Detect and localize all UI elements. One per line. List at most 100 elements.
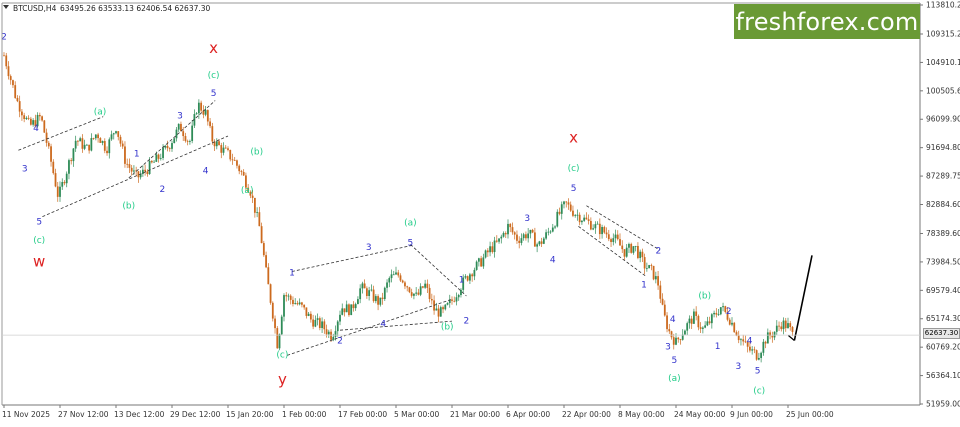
candle-body	[262, 243, 265, 256]
candle-body	[498, 238, 500, 242]
x-tick-label: 25 Jun 00:00	[786, 410, 834, 419]
candle-body	[374, 296, 377, 302]
candle-body	[589, 220, 592, 230]
candle-body	[312, 319, 315, 327]
candle-body	[545, 232, 547, 239]
candle-body	[81, 138, 84, 149]
candle-body	[5, 55, 8, 67]
candle-body	[554, 226, 556, 228]
candle-body	[265, 255, 267, 268]
candle-body	[531, 229, 534, 233]
candle-body	[348, 304, 350, 316]
candle-body	[177, 123, 180, 130]
candle-body	[280, 316, 283, 335]
candle-body	[191, 125, 194, 142]
wave-label: y	[278, 370, 287, 388]
candle-body	[444, 304, 447, 310]
candle-body	[775, 325, 778, 332]
candle-body	[446, 303, 449, 305]
wave-label: 4	[550, 255, 556, 265]
candle-body	[466, 276, 469, 281]
candle-body	[430, 298, 433, 301]
candle-body	[189, 141, 191, 142]
candle-body	[106, 150, 108, 154]
candle-body	[500, 236, 503, 239]
candle-body	[663, 304, 666, 316]
candle-body	[619, 239, 621, 246]
candle-body	[65, 173, 68, 184]
candle-body	[533, 232, 536, 247]
candle-body	[516, 234, 518, 241]
candle-body	[410, 292, 413, 296]
y-tick-label: 100505.60	[926, 86, 960, 95]
candle-body	[399, 275, 402, 281]
candle-body	[596, 223, 599, 225]
candle-body	[675, 337, 677, 345]
candle-body	[168, 148, 171, 149]
candle-body	[276, 328, 279, 349]
candle-body	[253, 197, 256, 213]
candle-body	[90, 138, 93, 151]
candle-body	[99, 138, 102, 143]
candle-body	[565, 201, 568, 203]
current-price-tag: 62637.30	[923, 328, 960, 339]
candle-body	[233, 160, 236, 161]
candle-body	[719, 307, 722, 315]
candle-body	[404, 282, 406, 287]
candle-body	[587, 219, 590, 221]
wave-label: 4	[747, 337, 753, 347]
candle-body	[491, 246, 494, 253]
candle-body	[536, 244, 539, 247]
x-tick-label: 17 Feb 00:00	[338, 410, 387, 419]
candle-body	[101, 141, 104, 143]
candle-body	[63, 182, 66, 184]
candle-body	[652, 265, 655, 280]
candle-body	[679, 339, 682, 341]
candle-body	[509, 223, 512, 228]
wave-label: 1	[715, 342, 721, 352]
header-ohlc: 63495.26 63533.13 62406.54 62637.30	[60, 4, 211, 13]
candle-body	[146, 171, 149, 175]
brand-logo: freshforex.com	[734, 4, 920, 39]
x-tick-label: 11 Nov 2025	[2, 410, 50, 419]
candle-body	[25, 117, 28, 119]
x-tick-label: 15 Jan 20:00	[226, 410, 274, 419]
candle-body	[148, 160, 151, 175]
wave-label: 2	[337, 337, 343, 347]
candle-body	[766, 332, 769, 344]
candle-body	[621, 245, 624, 250]
x-tick-label: 13 Dec 12:00	[114, 410, 165, 419]
candle-body	[605, 232, 608, 235]
candle-body	[464, 276, 467, 278]
candle-body	[372, 289, 375, 302]
candle-body	[760, 352, 763, 358]
candle-body	[197, 102, 200, 114]
candle-body	[486, 250, 489, 253]
candle-body	[70, 160, 73, 162]
candle-body	[547, 231, 550, 233]
price-chart[interactable]: 2435(c)w(a)1(b)2345(c)x(b)(a)1(c)y234(a)…	[0, 0, 960, 427]
y-tick-label: 96099.90	[926, 115, 960, 124]
candle-body	[182, 131, 185, 137]
candle-body	[231, 159, 234, 161]
candle-body	[289, 295, 292, 300]
candle-body	[350, 304, 353, 316]
candle-body	[630, 243, 633, 253]
y-tick-label: 78389.60	[926, 229, 960, 238]
wave-label: (b)	[441, 323, 454, 333]
candle-body	[296, 303, 299, 305]
candle-body	[7, 66, 10, 77]
candle-body	[229, 149, 232, 160]
candle-body	[460, 289, 462, 296]
candle-body	[451, 299, 453, 301]
candle-body	[574, 215, 577, 216]
candle-body	[484, 250, 487, 258]
candle-body	[504, 233, 507, 235]
candle-body	[365, 288, 368, 297]
candle-body	[115, 131, 117, 134]
candle-body	[285, 295, 288, 297]
candle-body	[690, 318, 693, 324]
candle-body	[21, 111, 23, 116]
wave-label: 1	[134, 150, 140, 160]
candle-body	[305, 307, 308, 316]
